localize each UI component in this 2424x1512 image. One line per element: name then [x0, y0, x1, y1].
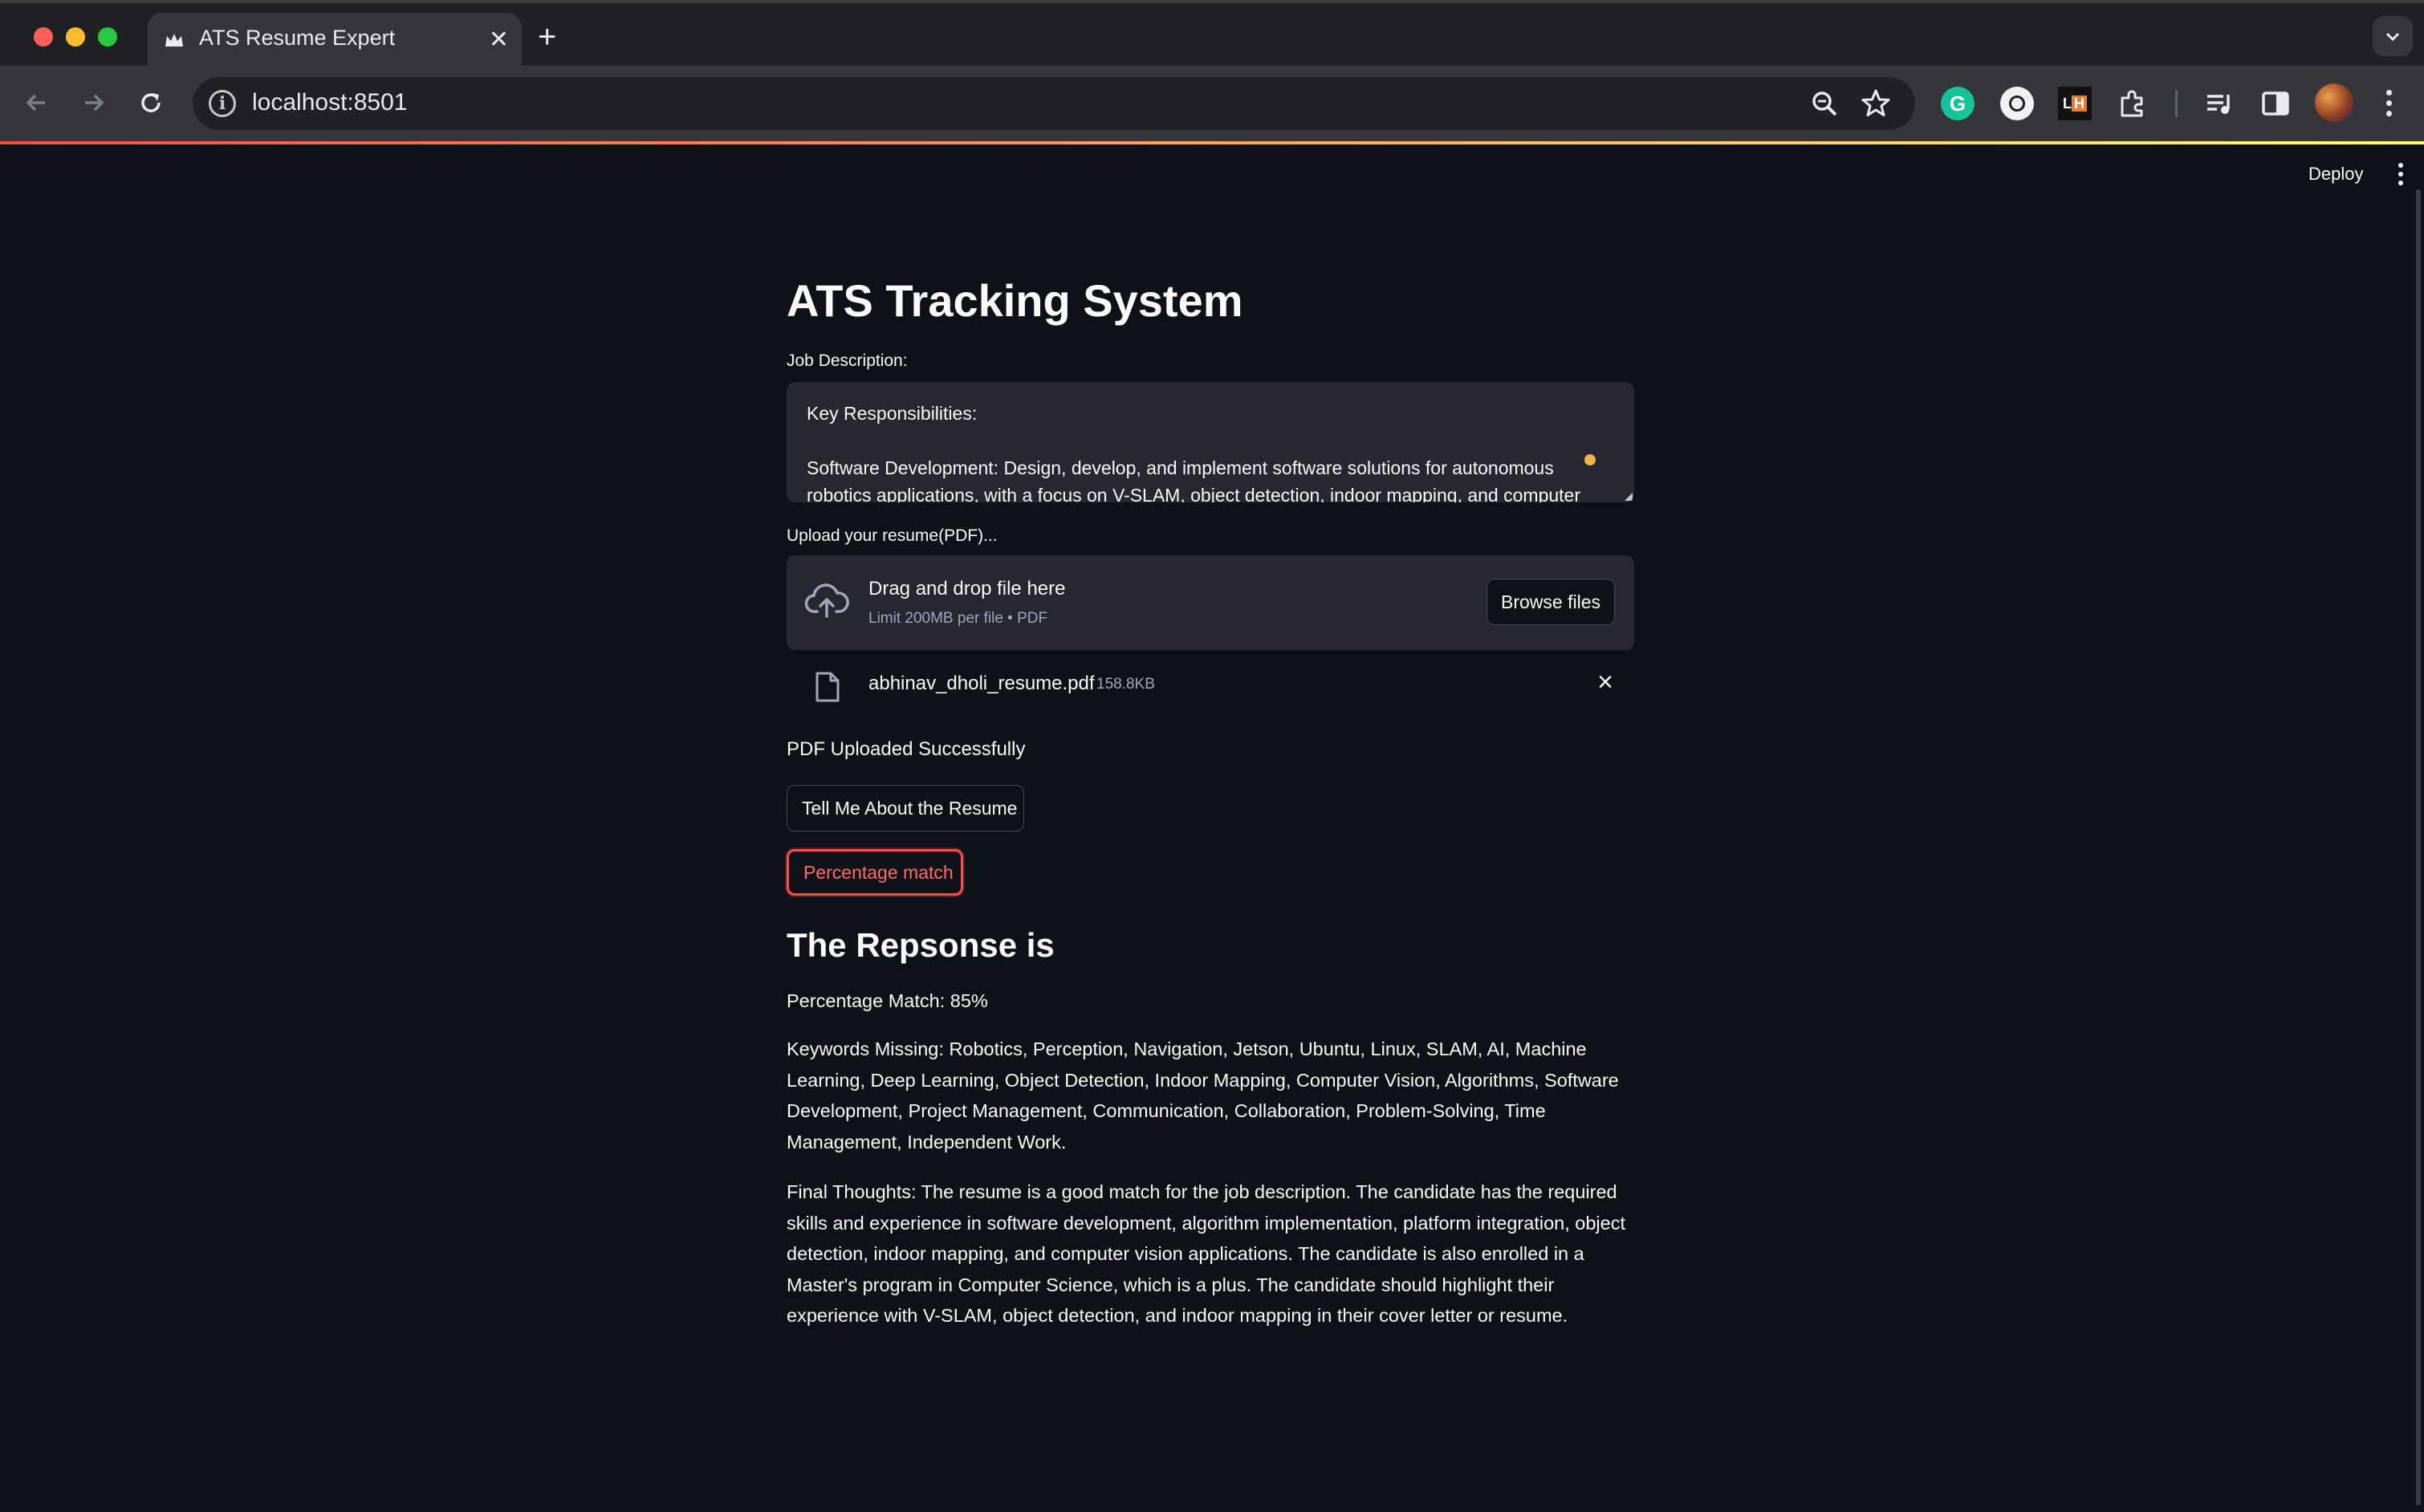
tab-strip: ATS Resume Expert ✕ + — [0, 0, 2424, 69]
new-tab-button[interactable]: + — [538, 19, 556, 55]
site-info-icon[interactable]: i — [209, 90, 236, 117]
remove-file-icon[interactable]: × — [1591, 668, 1620, 697]
scrollbar[interactable] — [2416, 189, 2421, 1506]
resize-handle-icon[interactable] — [1625, 493, 1633, 501]
percentage-match-button[interactable]: Percentage match — [787, 849, 963, 896]
job-description-textarea[interactable]: Key Responsibilities: Software Developme… — [787, 382, 1634, 502]
minimize-window-button[interactable] — [66, 27, 85, 47]
extensions-puzzle-icon[interactable] — [2116, 87, 2149, 120]
extension-circle-icon[interactable] — [2000, 87, 2034, 120]
streamlit-app: Deploy ATS Tracking System Job Descripti… — [0, 141, 2424, 1512]
deploy-button[interactable]: Deploy — [2300, 159, 2371, 189]
browse-files-button[interactable]: Browse files — [1487, 579, 1615, 625]
app-menu-icon[interactable] — [2395, 161, 2406, 193]
crown-icon — [165, 34, 183, 47]
dropzone-title: Drag and drop file here — [868, 578, 1066, 600]
tab-close-icon[interactable]: ✕ — [489, 26, 509, 55]
keywords-missing-text: Keywords Missing: Robotics, Perception, … — [787, 1038, 1619, 1152]
uploaded-file-size: 158.8KB — [1096, 676, 1155, 693]
file-dropzone[interactable]: Drag and drop file here Limit 200MB per … — [787, 555, 1634, 650]
file-icon — [815, 672, 840, 702]
tab-search-button[interactable] — [2373, 16, 2413, 56]
side-panel-icon[interactable] — [2259, 87, 2292, 120]
final-thoughts-text: Final Thoughts: The resume is a good mat… — [787, 1181, 1625, 1326]
media-controls-icon[interactable] — [2202, 87, 2236, 120]
lighthouse-extension-icon[interactable]: LH — [2058, 87, 2092, 120]
grammarly-indicator-icon[interactable] — [1584, 454, 1596, 465]
tab-title: ATS Resume Expert — [199, 26, 396, 50]
url-text: localhost:8501 — [252, 89, 408, 116]
browser-tab[interactable]: ATS Resume Expert ✕ — [148, 13, 522, 69]
percentage-match-text: Percentage Match: 85% — [787, 990, 988, 1011]
close-window-button[interactable] — [34, 27, 53, 47]
toolbar-separator — [2175, 90, 2178, 117]
bookmark-star-icon[interactable] — [1859, 87, 1893, 120]
profile-avatar[interactable] — [2315, 83, 2353, 122]
uploaded-file-name: abhinav_dholi_resume.pdf — [868, 673, 1095, 694]
textarea-line: robotics applications, with a focus on V… — [807, 485, 1580, 502]
tell-me-about-resume-button[interactable]: Tell Me About the Resume — [787, 785, 1024, 831]
browser-toolbar: i localhost:8501 G LH — [0, 66, 2424, 141]
back-arrow-icon[interactable] — [21, 87, 53, 119]
address-bar[interactable]: i localhost:8501 — [193, 77, 1915, 130]
textarea-line: Software Development: Design, develop, a… — [807, 457, 1554, 478]
forward-arrow-icon[interactable] — [77, 87, 109, 119]
page-title: ATS Tracking System — [787, 275, 1243, 326]
browser-menu-icon[interactable] — [2381, 87, 2397, 120]
zoom-icon[interactable] — [1809, 88, 1841, 120]
maximize-window-button[interactable] — [98, 27, 117, 47]
upload-label: Upload your resume(PDF)... — [787, 526, 998, 545]
chevron-down-icon — [2385, 32, 2400, 42]
upload-status-text: PDF Uploaded Successfully — [787, 738, 1026, 760]
cloud-upload-icon — [804, 583, 849, 618]
dropzone-limit-text: Limit 200MB per file • PDF — [868, 610, 1048, 627]
browser-chrome: ATS Resume Expert ✕ + i localhost:8501 G… — [0, 0, 2424, 144]
grammarly-extension-icon[interactable]: G — [1941, 87, 1975, 120]
textarea-line: Key Responsibilities: — [807, 403, 978, 424]
response-heading: The Repsonse is — [787, 926, 1055, 964]
job-description-label: Job Description: — [787, 352, 908, 370]
reload-icon[interactable] — [135, 87, 167, 119]
header-decoration-bar — [0, 141, 2424, 144]
